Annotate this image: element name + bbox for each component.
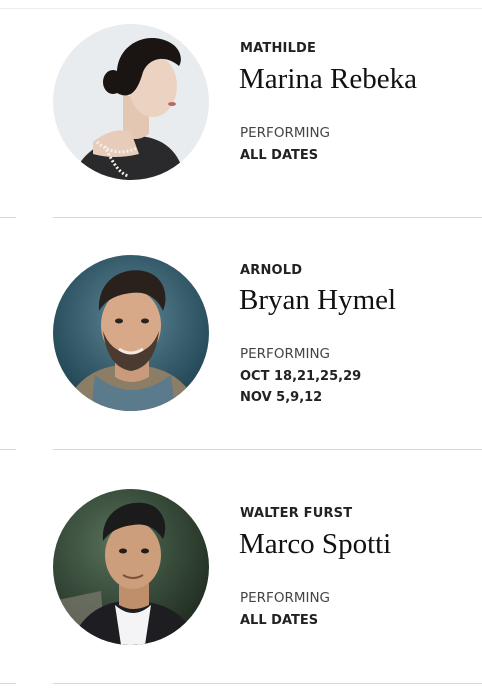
divider-left <box>0 683 16 684</box>
performer-name[interactable]: Marco Spotti <box>239 527 391 561</box>
role-name: MATHILDE <box>240 41 317 56</box>
performing-label: PERFORMING <box>240 125 331 141</box>
performance-dates: ALL DATES <box>240 613 319 628</box>
portrait-image <box>53 255 209 411</box>
performer-name[interactable]: Marina Rebeka <box>239 62 417 96</box>
role-name: ARNOLD <box>240 263 303 278</box>
performance-dates: ALL DATES <box>240 148 319 163</box>
cast-portrait-marco-spotti[interactable] <box>53 489 209 645</box>
divider <box>53 683 482 684</box>
performer-name[interactable]: Bryan Hymel <box>239 283 396 317</box>
cast-portrait-marina-rebeka[interactable] <box>53 24 209 180</box>
portrait-image <box>53 24 209 180</box>
portrait-image <box>53 489 209 645</box>
cast-portrait-bryan-hymel[interactable] <box>53 255 209 411</box>
performing-label: PERFORMING <box>240 590 331 606</box>
cast-list: MATHILDE Marina Rebeka PERFORMING ALL DA… <box>0 0 482 694</box>
cast-card-walter-furst: WALTER FURST Marco Spotti PERFORMING ALL… <box>0 450 482 694</box>
cast-card-arnold: ARNOLD Bryan Hymel PERFORMING OCT 18,21,… <box>0 218 482 450</box>
cast-card-mathilde: MATHILDE Marina Rebeka PERFORMING ALL DA… <box>0 0 482 218</box>
performance-dates: OCT 18,21,25,29 NOV 5,9,12 <box>240 369 362 405</box>
performing-label: PERFORMING <box>240 346 331 362</box>
role-name: WALTER FURST <box>240 506 353 521</box>
